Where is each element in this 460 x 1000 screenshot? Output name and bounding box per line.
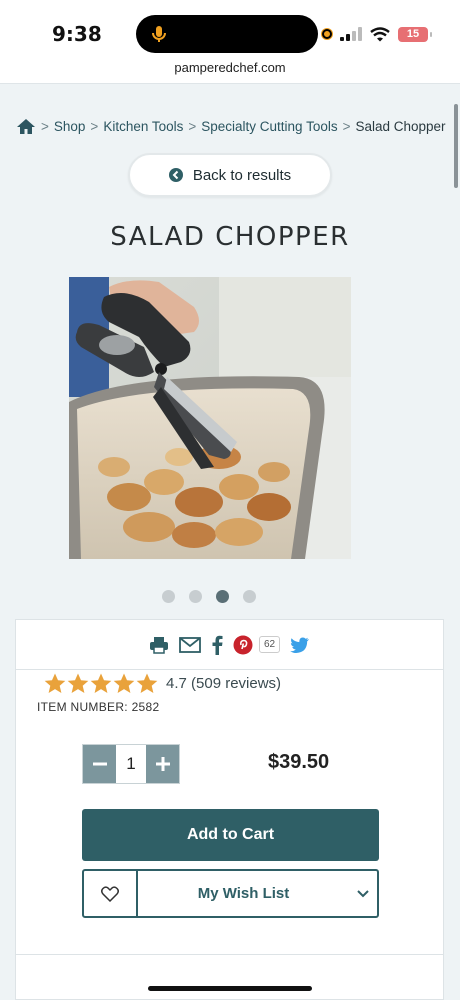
status-bar: 9:38 15 xyxy=(0,0,460,60)
breadcrumb-kitchen-tools[interactable]: Kitchen Tools xyxy=(103,119,183,134)
quantity-decrease-button[interactable] xyxy=(83,745,116,783)
breadcrumb-separator: > xyxy=(90,119,99,134)
quantity-increase-button[interactable] xyxy=(146,745,179,783)
facebook-icon[interactable] xyxy=(211,635,223,655)
divider xyxy=(16,954,443,955)
breadcrumb-separator: > xyxy=(188,119,197,134)
breadcrumb-separator: > xyxy=(342,119,351,134)
dynamic-island xyxy=(136,15,318,53)
home-indicator[interactable] xyxy=(148,986,312,991)
quantity-input[interactable]: 1 xyxy=(116,745,146,783)
battery-icon: 15 xyxy=(398,26,432,42)
item-number: ITEM NUMBER: 2582 xyxy=(37,700,160,714)
home-icon[interactable] xyxy=(16,118,36,135)
wishlist-dropdown[interactable] xyxy=(349,871,377,916)
carousel-dot-2[interactable] xyxy=(189,590,202,603)
breadcrumb-shop[interactable]: Shop xyxy=(54,119,86,134)
heart-icon xyxy=(101,885,119,902)
add-to-cart-button[interactable]: Add to Cart xyxy=(82,809,379,861)
wishlist-heart-button[interactable] xyxy=(84,871,138,916)
product-title: SALAD CHOPPER xyxy=(110,222,350,252)
minus-icon xyxy=(92,762,107,766)
breadcrumb: > Shop > Kitchen Tools > Specialty Cutti… xyxy=(16,118,450,135)
carousel-dot-1[interactable] xyxy=(162,590,175,603)
carousel-dot-4[interactable] xyxy=(243,590,256,603)
carousel-dots xyxy=(162,590,256,603)
breadcrumb-current: Salad Chopper xyxy=(355,119,446,134)
wishlist-label[interactable]: My Wish List xyxy=(138,871,349,916)
recording-indicator-icon xyxy=(322,29,332,39)
star-icon xyxy=(44,673,66,693)
battery-level: 15 xyxy=(406,28,420,40)
chevron-down-icon xyxy=(357,889,369,897)
pinterest-count: 62 xyxy=(258,636,281,653)
share-row: 62 xyxy=(16,620,443,670)
star-icon xyxy=(113,673,135,693)
pinterest-icon[interactable] xyxy=(233,635,253,655)
back-to-results-label: Back to results xyxy=(192,166,292,184)
star-icon xyxy=(67,673,89,693)
breadcrumb-separator: > xyxy=(41,119,49,134)
arrow-left-circle-icon xyxy=(168,168,183,182)
star-icon xyxy=(136,673,158,693)
star-rating xyxy=(44,673,158,694)
product-details-card: 62 4.7 (509 reviews) ITEM NUMBER: 2582 1… xyxy=(15,619,444,1000)
microphone-icon xyxy=(152,26,166,42)
rating-text[interactable]: 4.7 (509 reviews) xyxy=(166,675,281,692)
status-time: 9:38 xyxy=(52,22,102,46)
quantity-stepper: 1 xyxy=(82,744,180,784)
status-icons: 15 xyxy=(322,24,432,44)
star-icon xyxy=(90,673,112,693)
carousel-dot-3[interactable] xyxy=(216,590,229,603)
product-image[interactable] xyxy=(69,277,351,559)
email-icon[interactable] xyxy=(179,636,201,653)
breadcrumb-specialty-cutting-tools[interactable]: Specialty Cutting Tools xyxy=(201,119,337,134)
twitter-icon[interactable] xyxy=(290,637,310,653)
url-bar[interactable]: pamperedchef.com xyxy=(0,60,460,84)
print-icon[interactable] xyxy=(149,636,169,654)
cellular-signal-icon xyxy=(340,27,362,41)
plus-icon xyxy=(155,757,170,771)
wifi-icon xyxy=(370,26,390,41)
product-price: $39.50 xyxy=(268,751,330,773)
scrollbar-thumb[interactable] xyxy=(454,104,458,188)
wishlist-control: My Wish List xyxy=(82,869,379,918)
rating-row[interactable]: 4.7 (509 reviews) xyxy=(44,673,281,694)
back-to-results-button[interactable]: Back to results xyxy=(128,153,332,197)
